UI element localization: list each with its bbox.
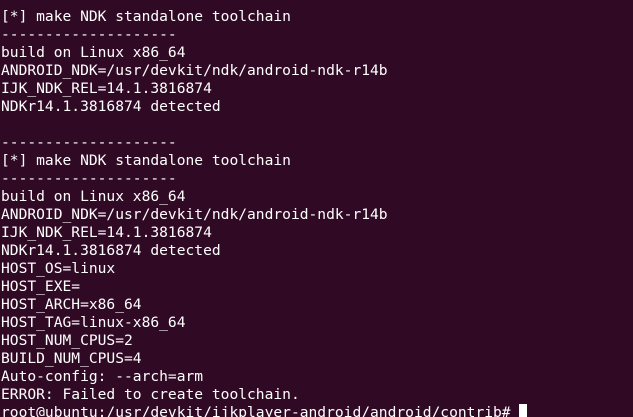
terminal-line: ERROR: Failed to create toolchain. xyxy=(1,386,300,403)
terminal-line: build on Linux x86_64 xyxy=(1,188,186,205)
terminal-line: Auto-config: --arch=arm xyxy=(1,368,204,385)
terminal-line: HOST_OS=linux xyxy=(1,260,116,277)
shell-prompt: root@ubuntu:/usr/devkit/ijkplayer-androi… xyxy=(1,404,520,417)
terminal-window[interactable]: -------------------- [*] make NDK standa… xyxy=(0,0,633,417)
terminal-line: HOST_TAG=linux-x86_64 xyxy=(1,314,186,331)
terminal-line: -------------------- xyxy=(1,170,177,187)
terminal-line: HOST_NUM_CPUS=2 xyxy=(1,332,133,349)
terminal-line: HOST_ARCH=x86_64 xyxy=(1,296,142,313)
terminal-line: HOST_EXE= xyxy=(1,278,81,295)
terminal-line: BUILD_NUM_CPUS=4 xyxy=(1,350,142,367)
terminal-line: NDKr14.1.3816874 detected xyxy=(1,98,221,115)
terminal-line: ANDROID_NDK=/usr/devkit/ndk/android-ndk-… xyxy=(1,62,388,79)
terminal-line: [*] make NDK standalone toolchain xyxy=(1,152,291,169)
terminal-line: IJK_NDK_REL=14.1.3816874 xyxy=(1,224,212,241)
terminal-line: IJK_NDK_REL=14.1.3816874 xyxy=(1,80,212,97)
terminal-line: -------------------- xyxy=(1,134,177,151)
text-cursor xyxy=(519,404,528,417)
terminal-line: NDKr14.1.3816874 detected xyxy=(1,242,221,259)
terminal-line: -------------------- xyxy=(1,26,177,43)
terminal-prompt-line[interactable]: root@ubuntu:/usr/devkit/ijkplayer-androi… xyxy=(1,404,631,417)
terminal-line: [*] make NDK standalone toolchain xyxy=(1,8,291,25)
terminal-line: ANDROID_NDK=/usr/devkit/ndk/android-ndk-… xyxy=(1,206,388,223)
terminal-output: -------------------- [*] make NDK standa… xyxy=(1,0,631,417)
terminal-line: -------------------- xyxy=(1,0,631,8)
terminal-line: build on Linux x86_64 xyxy=(1,44,186,61)
